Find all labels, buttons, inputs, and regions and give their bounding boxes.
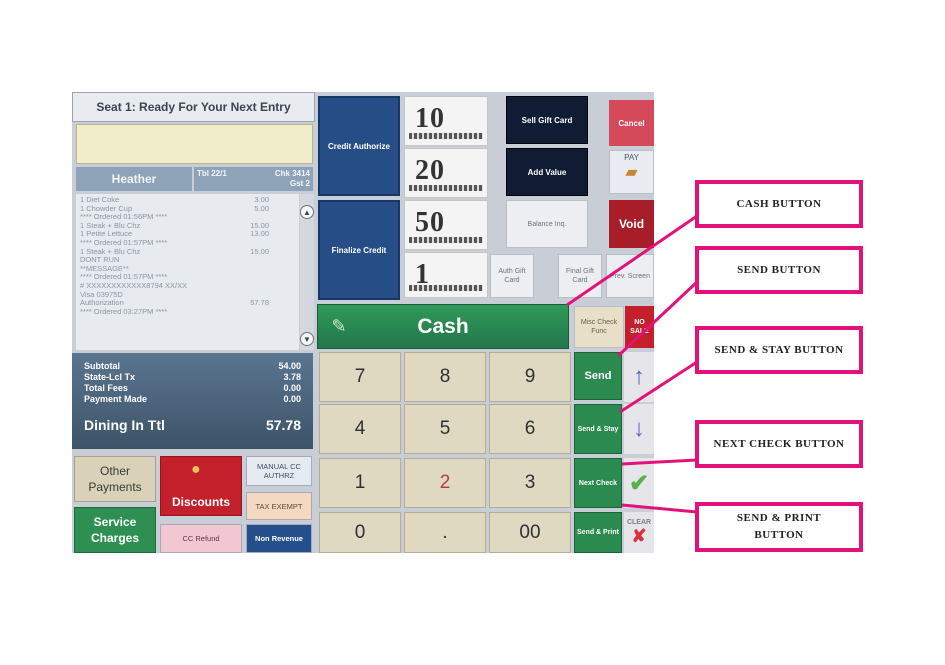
send-callout: SEND BUTTON [695,246,863,294]
send-callout-line [616,280,699,358]
send-print-callout: SEND & PRINT BUTTON [695,502,863,552]
send-stay-callout-line [619,360,698,414]
next-check-callout-line [621,458,698,466]
cash-callout-line [566,214,698,307]
send-stay-callout: SEND & STAY BUTTON [695,326,863,374]
cash-callout: CASH BUTTON [695,180,863,228]
next-check-callout: NEXT CHECK BUTTON [695,420,863,468]
send-print-callout-line [621,503,698,514]
